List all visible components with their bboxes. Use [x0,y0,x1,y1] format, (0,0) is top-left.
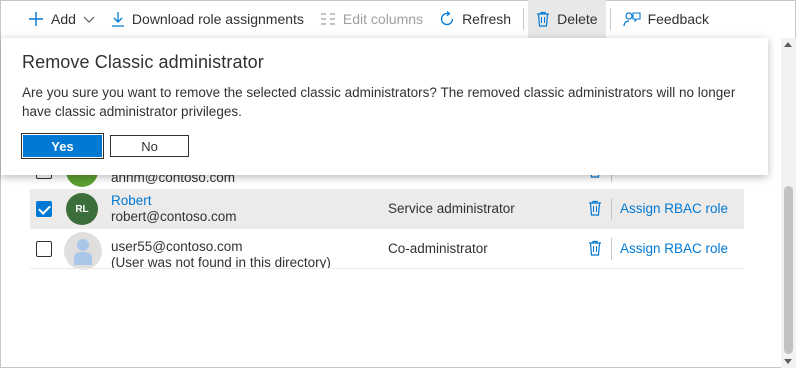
row-email: robert@contoso.com [111,209,237,224]
refresh-icon [439,11,455,27]
avatar: RL [66,193,98,225]
delete-label: Delete [557,11,598,27]
assign-rbac-role-link[interactable]: Assign RBAC role [620,241,728,256]
column-divider [611,238,612,260]
columns-icon [320,12,336,26]
plus-icon [28,11,44,27]
chevron-down-icon [83,13,95,25]
download-icon [111,11,125,27]
row-checkbox[interactable] [36,241,52,257]
column-divider [611,198,612,220]
feedback-label: Feedback [647,11,710,27]
trash-icon[interactable] [588,200,602,219]
delete-button[interactable]: Delete [528,0,606,38]
scroll-up-arrow-icon[interactable] [784,42,792,47]
download-role-assignments-button[interactable]: Download role assignments [103,0,312,38]
yes-button[interactable]: Yes [21,133,104,159]
row-divider [30,268,744,269]
row-names: user55@contoso.com (User was not found i… [111,239,331,269]
row-display-name[interactable]: Robert [111,193,237,209]
download-label: Download role assignments [131,11,304,27]
table-row[interactable]: RL Robert robert@contoso.com Service adm… [30,190,744,228]
feedback-icon [622,11,641,27]
command-bar: Add Download role assignments Edit colum… [0,0,780,38]
row-subtext: (User was not found in this directory) [111,255,331,269]
dialog-title: Remove Classic administrator [22,52,264,72]
feedback-button[interactable]: Feedback [615,0,717,38]
assign-rbac-role-link[interactable]: Assign RBAC role [620,201,728,216]
row-role: Co-administrator [388,241,488,256]
add-button[interactable]: Add [0,0,103,38]
scrollbar-thumb[interactable] [784,186,793,354]
person-placeholder-icon [64,232,102,270]
edit-columns-label: Edit columns [342,11,424,27]
refresh-label: Refresh [462,11,512,27]
row-role: Service administrator [388,201,515,216]
avatar-initials: RL [75,203,89,215]
trash-icon[interactable] [588,240,602,259]
row-names: Robert robert@contoso.com [111,193,237,225]
row-checkbox[interactable] [36,201,52,217]
add-label: Add [51,11,76,27]
edit-columns-button[interactable]: Edit columns [312,0,431,38]
refresh-button[interactable]: Refresh [431,0,519,38]
toolbar-divider [609,8,611,30]
row-display-name: user55@contoso.com [111,239,243,254]
table-row[interactable]: user55@contoso.com (User was not found i… [30,230,744,270]
trash-icon [536,11,550,27]
row-divider [30,228,744,229]
scroll-down-arrow-icon[interactable] [784,359,792,364]
vertical-scrollbar[interactable] [781,38,796,368]
remove-confirmation-dialog: Remove Classic administrator Are you sur… [1,38,768,175]
toolbar-divider [523,8,525,30]
no-button[interactable]: No [110,135,189,157]
dialog-message: Are you sure you want to remove the sele… [22,85,736,119]
avatar [64,232,102,270]
